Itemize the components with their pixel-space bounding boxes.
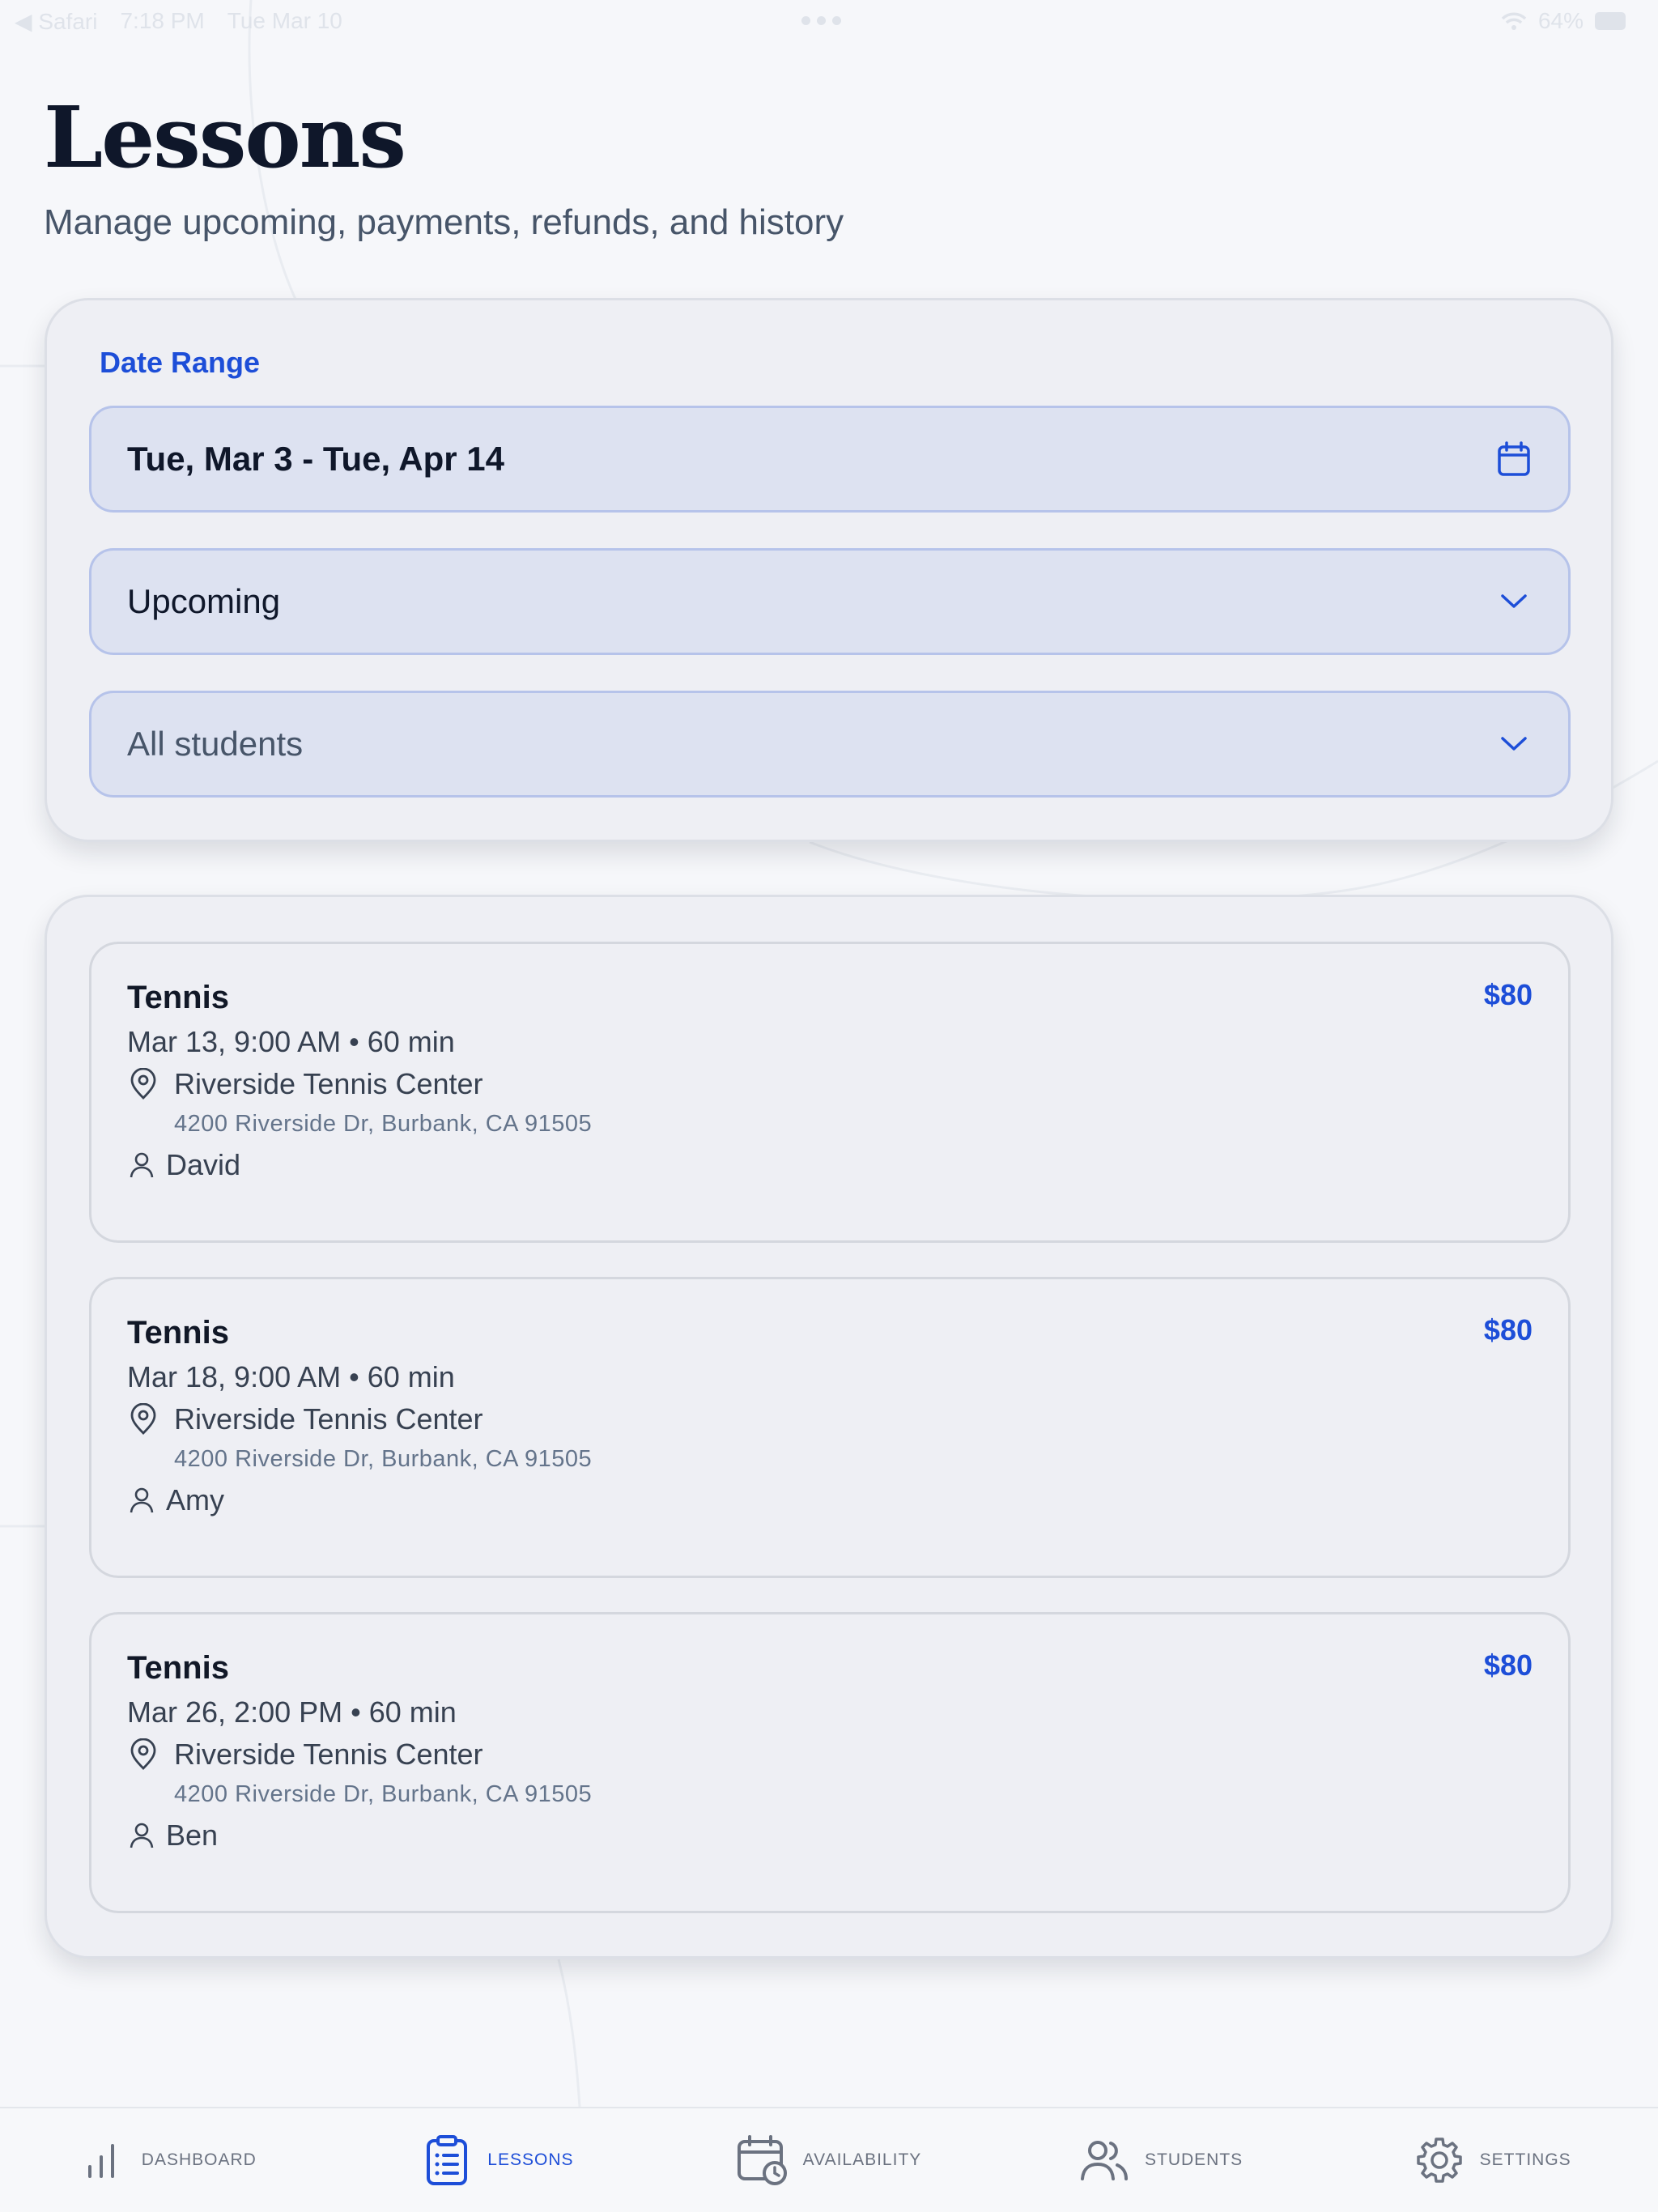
tab-label: LESSONS xyxy=(487,2150,574,2169)
bottom-tab-bar: DASHBOARD LESSONS AVAILABILITY STUDENTS … xyxy=(0,2107,1658,2212)
lesson-location: Riverside Tennis Center xyxy=(174,1402,483,1436)
tab-settings[interactable]: SETTINGS xyxy=(1326,2108,1658,2212)
student-select-value: All students xyxy=(127,725,304,763)
date-range-label: Date Range xyxy=(100,346,261,379)
page-subtitle: Manage upcoming, payments, refunds, and … xyxy=(44,202,844,242)
date-range-value: Tue, Mar 3 - Tue, Apr 14 xyxy=(127,440,504,478)
battery-percentage: 64% xyxy=(1537,8,1584,33)
person-icon xyxy=(130,1487,154,1513)
tab-lessons[interactable]: LESSONS xyxy=(332,2108,664,2212)
lesson-title: Tennis xyxy=(127,980,229,1015)
back-to-safari-link[interactable]: ◀ Safari xyxy=(15,8,97,35)
person-icon xyxy=(130,1823,154,1848)
location-pin-icon xyxy=(130,1403,156,1435)
lesson-datetime: Mar 13, 9:00 AM • 60 min xyxy=(127,1025,455,1058)
chevron-down-icon xyxy=(1495,583,1533,620)
lesson-address: 4200 Riverside Dr, Burbank, CA 91505 xyxy=(174,1781,593,1807)
users-icon xyxy=(1078,2134,1130,2186)
lesson-address: 4200 Riverside Dr, Burbank, CA 91505 xyxy=(174,1111,593,1137)
location-pin-icon xyxy=(130,1738,156,1770)
lesson-datetime: Mar 18, 9:00 AM • 60 min xyxy=(127,1360,455,1393)
lesson-item[interactable]: Tennis $80 Mar 26, 2:00 PM • 60 min Rive… xyxy=(89,1612,1571,1913)
location-pin-icon xyxy=(130,1068,156,1100)
lesson-price: $80 xyxy=(1483,1648,1533,1682)
status-time: 7:18 PM xyxy=(120,8,205,33)
tab-dashboard[interactable]: DASHBOARD xyxy=(0,2108,332,2212)
lesson-location: Riverside Tennis Center xyxy=(174,1067,483,1100)
calendar-icon xyxy=(1495,440,1533,478)
wifi-icon xyxy=(1501,12,1527,30)
lesson-datetime: Mar 26, 2:00 PM • 60 min xyxy=(127,1695,457,1729)
lesson-price: $80 xyxy=(1483,1313,1533,1346)
lesson-title: Tennis xyxy=(127,1650,229,1686)
tab-availability[interactable]: AVAILABILITY xyxy=(663,2108,995,2212)
date-range-picker[interactable]: Tue, Mar 3 - Tue, Apr 14 xyxy=(89,406,1571,513)
lesson-address: 4200 Riverside Dr, Burbank, CA 91505 xyxy=(174,1446,593,1472)
lesson-location: Riverside Tennis Center xyxy=(174,1738,483,1771)
lesson-title: Tennis xyxy=(127,1315,229,1351)
person-icon xyxy=(130,1152,154,1178)
page-title: Lessons xyxy=(44,87,406,187)
lesson-item[interactable]: Tennis $80 Mar 13, 9:00 AM • 60 min Rive… xyxy=(89,942,1571,1243)
lesson-item[interactable]: Tennis $80 Mar 18, 9:00 AM • 60 min Rive… xyxy=(89,1277,1571,1578)
tab-label: AVAILABILITY xyxy=(802,2150,922,2169)
lesson-price: $80 xyxy=(1483,978,1533,1011)
battery-icon xyxy=(1595,12,1626,30)
lesson-student: David xyxy=(166,1148,241,1181)
student-select[interactable]: All students xyxy=(89,691,1571,798)
lessons-page: ◀ Safari 7:18 PM Tue Mar 10 64% Lessons … xyxy=(0,0,1658,2212)
tab-students[interactable]: STUDENTS xyxy=(995,2108,1327,2212)
lesson-student: Ben xyxy=(166,1819,219,1852)
status-select-value: Upcoming xyxy=(127,582,281,620)
multitasking-dots-icon[interactable] xyxy=(801,16,841,25)
calendar-clock-icon xyxy=(737,2134,789,2186)
lesson-student: Amy xyxy=(166,1483,224,1516)
gear-icon xyxy=(1414,2134,1465,2186)
lessons-list: Tennis $80 Mar 13, 9:00 AM • 60 min Rive… xyxy=(45,895,1613,1959)
clipboard-list-icon xyxy=(421,2134,473,2186)
tab-label: SETTINGS xyxy=(1479,2150,1571,2169)
status-select[interactable]: Upcoming xyxy=(89,548,1571,655)
filter-card: Date Range Tue, Mar 3 - Tue, Apr 14 Upco… xyxy=(45,298,1613,842)
tab-label: DASHBOARD xyxy=(141,2150,257,2169)
bar-chart-icon xyxy=(75,2134,127,2186)
status-date: Tue Mar 10 xyxy=(227,8,342,33)
chevron-down-icon xyxy=(1495,725,1533,763)
tab-label: STUDENTS xyxy=(1144,2150,1244,2169)
